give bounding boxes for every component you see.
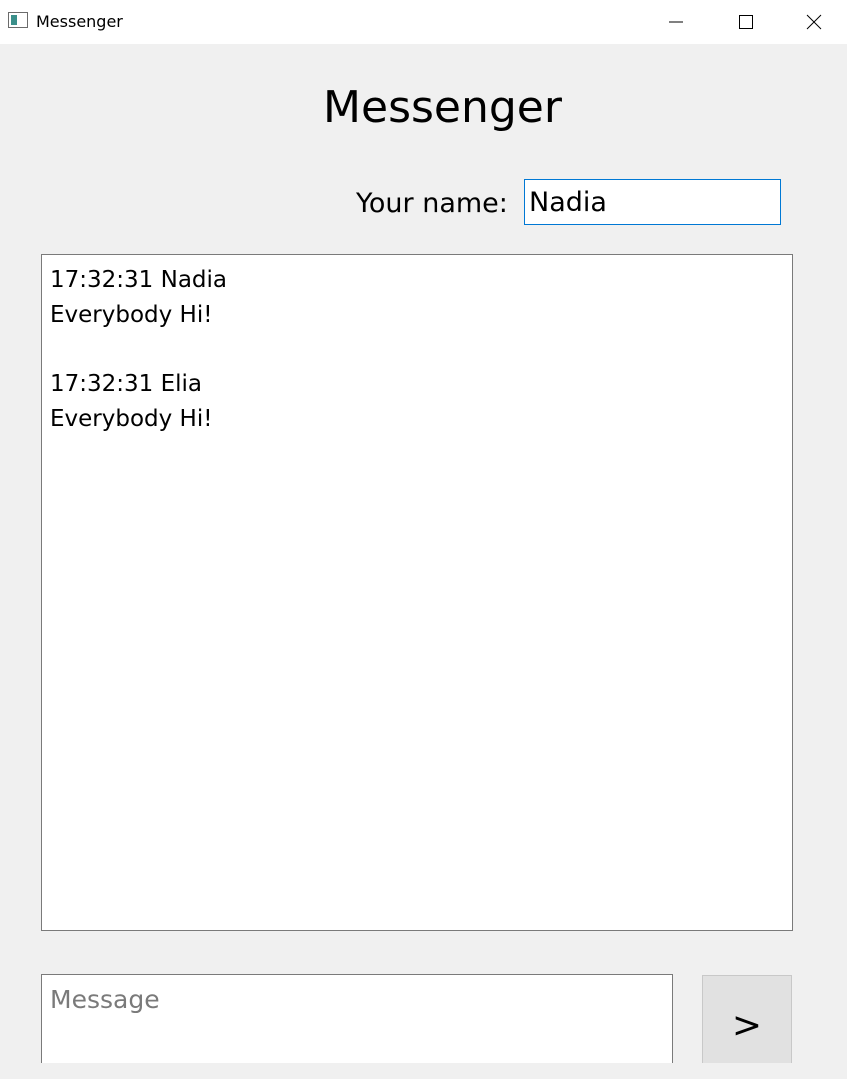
name-label: Your name: [356, 188, 508, 219]
window-bottom-edge [0, 1063, 847, 1079]
close-icon [806, 14, 822, 30]
maximize-button[interactable] [711, 0, 781, 44]
page-title: Messenger [323, 82, 562, 133]
message-text: Everybody Hi! [50, 406, 213, 432]
minimize-icon [669, 21, 683, 23]
maximize-icon [739, 15, 753, 29]
message-separator [50, 333, 784, 367]
message-text: Everybody Hi! [50, 302, 213, 328]
window-title: Messenger [36, 12, 123, 31]
send-button[interactable]: > [702, 975, 792, 1075]
chat-log[interactable]: 17:32:31 Nadia Everybody Hi! 17:32:31 El… [41, 254, 793, 931]
minimize-button[interactable] [641, 0, 711, 44]
app-window-icon [8, 12, 28, 28]
name-input[interactable] [524, 179, 781, 225]
message-meta: 17:32:31 Elia [50, 371, 203, 397]
message-meta: 17:32:31 Nadia [50, 267, 227, 293]
close-button[interactable] [781, 0, 847, 44]
title-bar: Messenger [0, 0, 847, 44]
message-input[interactable] [41, 974, 673, 1074]
